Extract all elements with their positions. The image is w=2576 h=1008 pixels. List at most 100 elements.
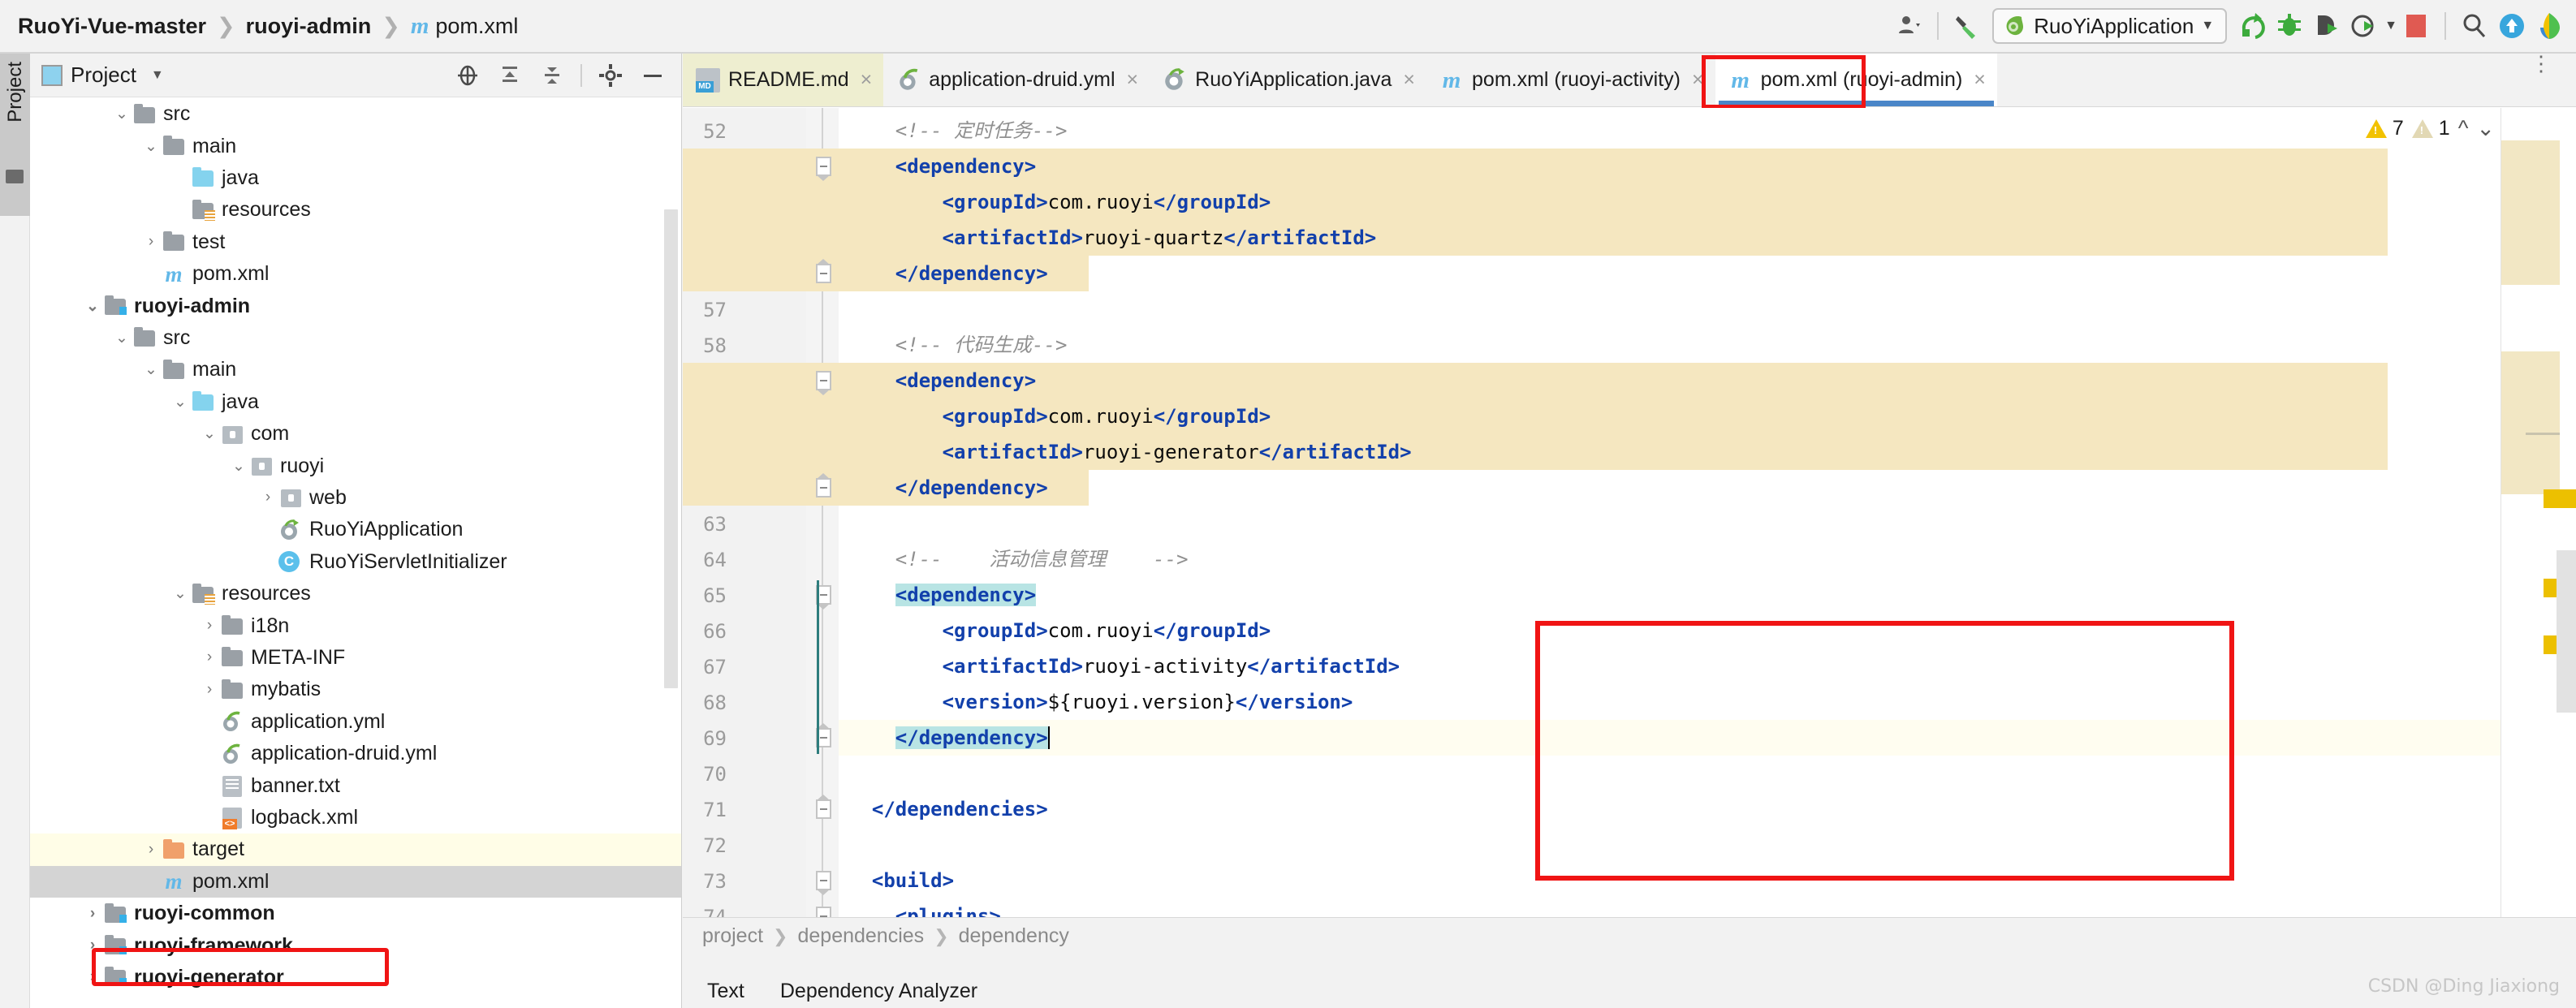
chevron-down-icon[interactable]: ⌄ xyxy=(111,105,132,123)
code-line[interactable]: <artifactId>ruoyi-generator</artifactId> xyxy=(839,434,2500,470)
chevron-down-icon[interactable]: ⌄ xyxy=(140,137,162,156)
code-text-area[interactable]: <!-- 定时任务--> <dependency> <groupId>com.r… xyxy=(839,108,2500,917)
tree-node-pom-xml[interactable]: mpom.xml xyxy=(30,258,681,290)
code-line[interactable]: </dependencies> xyxy=(839,791,2500,827)
inspection-widget[interactable]: 7 1 ^ ⌄ xyxy=(2366,110,2495,146)
chevron-right-icon[interactable]: › xyxy=(140,233,162,251)
chevron-right-icon[interactable]: › xyxy=(82,968,103,986)
close-icon[interactable]: × xyxy=(1127,68,1139,92)
code-line[interactable]: </dependency> xyxy=(839,256,2500,291)
tree-node-ruoyiservletinitializer[interactable]: CRuoYiServletInitializer xyxy=(30,546,681,578)
code-line[interactable]: <!-- 定时任务--> xyxy=(839,113,2500,149)
chevron-down-icon[interactable]: ⌄ xyxy=(170,393,191,411)
expand-all-icon[interactable] xyxy=(496,62,524,89)
chevron-right-icon[interactable]: › xyxy=(82,905,103,923)
warning-marker[interactable] xyxy=(2544,489,2576,508)
close-icon[interactable]: × xyxy=(861,68,873,92)
locate-icon[interactable] xyxy=(454,62,481,89)
chevron-down-icon[interactable]: ⌄ xyxy=(111,329,132,347)
tree-node-java[interactable]: java xyxy=(30,162,681,194)
project-file-tree[interactable]: ⌄src⌄mainjavaresources›testmpom.xml⌄ruoy… xyxy=(30,98,681,1008)
breadcrumb-item-module[interactable]: ruoyi-admin xyxy=(246,14,372,39)
chevron-right-icon[interactable]: › xyxy=(199,648,220,666)
tree-node-ruoyi-framework[interactable]: ›ruoyi-framework xyxy=(30,929,681,961)
code-line[interactable]: <groupId>com.ruoyi</groupId> xyxy=(839,398,2500,434)
tree-node-web[interactable]: ›web xyxy=(30,482,681,514)
chevron-right-icon[interactable]: › xyxy=(199,681,220,699)
tree-node-target[interactable]: ›target xyxy=(30,834,681,865)
run-icon[interactable] xyxy=(2233,7,2271,45)
tree-node-ruoyiapplication[interactable]: RuoYiApplication xyxy=(30,514,681,545)
editor-tab-application-druid-yml[interactable]: application-druid.yml× xyxy=(883,54,1150,106)
breadcrumb-item-file[interactable]: pom.xml xyxy=(435,14,518,39)
tree-node-logback-xml[interactable]: logback.xml xyxy=(30,802,681,834)
code-line[interactable]: <artifactId>ruoyi-quartz</artifactId> xyxy=(839,220,2500,256)
tree-node-resources[interactable]: ⌄resources xyxy=(30,578,681,610)
code-editor[interactable]: 5253545556575859606162636465666768697071… xyxy=(683,108,2500,917)
tab-text[interactable]: Text xyxy=(707,980,744,1003)
code-fold-bot-icon[interactable] xyxy=(816,264,831,283)
tree-node-java[interactable]: ⌄java xyxy=(30,386,681,418)
tree-node-com[interactable]: ⌄com xyxy=(30,418,681,450)
profiler-icon[interactable] xyxy=(2345,7,2383,45)
chevron-down-icon[interactable]: ⌄ xyxy=(82,297,103,316)
breadcrumb-item-dependency[interactable]: dependency xyxy=(959,924,1069,948)
hide-panel-icon[interactable] xyxy=(639,62,667,89)
code-line[interactable]: <!-- 活动信息管理 --> xyxy=(839,541,2500,577)
code-line[interactable]: <!-- 代码生成--> xyxy=(839,327,2500,363)
updates-icon[interactable] xyxy=(2493,7,2531,45)
run-with-coverage-icon[interactable] xyxy=(2308,7,2345,45)
chevron-down-icon[interactable]: ⌄ xyxy=(140,360,162,379)
code-line[interactable] xyxy=(839,756,2500,791)
tree-node-src[interactable]: ⌄src xyxy=(30,98,681,130)
breadcrumb-item-dependencies[interactable]: dependencies xyxy=(797,924,924,948)
gear-icon[interactable] xyxy=(597,62,624,89)
code-line[interactable]: <build> xyxy=(839,863,2500,898)
tree-node-ruoyi-admin[interactable]: ⌄ruoyi-admin xyxy=(30,290,681,321)
tree-node-banner-txt[interactable]: banner.txt xyxy=(30,769,681,801)
code-line[interactable]: <dependency> xyxy=(839,577,2500,613)
user-account-icon[interactable] xyxy=(1890,7,1927,45)
code-line[interactable]: <dependency> xyxy=(839,363,2500,398)
chevron-down-icon[interactable]: ⌄ xyxy=(199,424,220,443)
editor-tab-pom-xml-ruoyi-admin-[interactable]: mpom.xml (ruoyi-admin)× xyxy=(1715,54,1997,106)
more-options-icon[interactable]: ⋮ xyxy=(2531,58,2552,68)
chevron-down-icon[interactable]: ⌄ xyxy=(170,584,191,603)
chevron-right-icon[interactable]: › xyxy=(140,841,162,859)
tab-dependency-analyzer[interactable]: Dependency Analyzer xyxy=(780,980,977,1003)
tree-node-ruoyi-common[interactable]: ›ruoyi-common xyxy=(30,898,681,929)
code-line[interactable] xyxy=(839,291,2500,327)
code-fold-top-icon[interactable] xyxy=(816,871,831,890)
stop-icon[interactable] xyxy=(2397,7,2435,45)
close-icon[interactable]: × xyxy=(1403,68,1415,92)
breadcrumb-item-project[interactable]: project xyxy=(702,924,763,948)
hammer-build-icon[interactable] xyxy=(1948,7,1986,45)
code-line[interactable]: <dependency> xyxy=(839,149,2500,184)
collapse-all-icon[interactable] xyxy=(538,62,566,89)
weak-warning-count-group[interactable]: 1 xyxy=(2412,117,2450,140)
close-icon[interactable]: × xyxy=(1692,68,1704,92)
tree-node-main[interactable]: ⌄main xyxy=(30,130,681,162)
previous-problem-icon[interactable]: ^ xyxy=(2458,116,2469,141)
tree-node-test[interactable]: ›test xyxy=(30,226,681,258)
tree-node-application-druid-yml[interactable]: application-druid.yml xyxy=(30,738,681,769)
tree-node-src[interactable]: ⌄src xyxy=(30,322,681,354)
code-fold-top-icon[interactable] xyxy=(816,157,831,176)
code-line[interactable]: <groupId>com.ruoyi</groupId> xyxy=(839,613,2500,648)
editor-scrollbar-thumb[interactable] xyxy=(2557,550,2576,713)
tree-node-ruoyi-generator[interactable]: ›ruoyi-generator xyxy=(30,962,681,993)
debug-icon[interactable] xyxy=(2271,7,2308,45)
code-fold-bot-icon[interactable] xyxy=(816,478,831,498)
chevron-down-icon[interactable]: ▼ xyxy=(151,68,164,83)
code-line[interactable]: </dependency> xyxy=(839,470,2500,506)
next-problem-icon[interactable]: ⌄ xyxy=(2476,116,2495,141)
code-fold-top-icon[interactable] xyxy=(816,371,831,390)
code-line[interactable] xyxy=(839,506,2500,541)
run-configuration-selector[interactable]: RuoYiApplication ▼ xyxy=(1992,8,2227,44)
code-line[interactable]: <groupId>com.ruoyi</groupId> xyxy=(839,184,2500,220)
editor-tab-readme-md[interactable]: README.md× xyxy=(683,54,883,106)
warning-count-group[interactable]: 7 xyxy=(2366,117,2404,140)
code-line[interactable]: </dependency> xyxy=(839,720,2500,756)
code-fold-bot-icon[interactable] xyxy=(816,799,831,819)
tree-node-application-yml[interactable]: application.yml xyxy=(30,706,681,738)
